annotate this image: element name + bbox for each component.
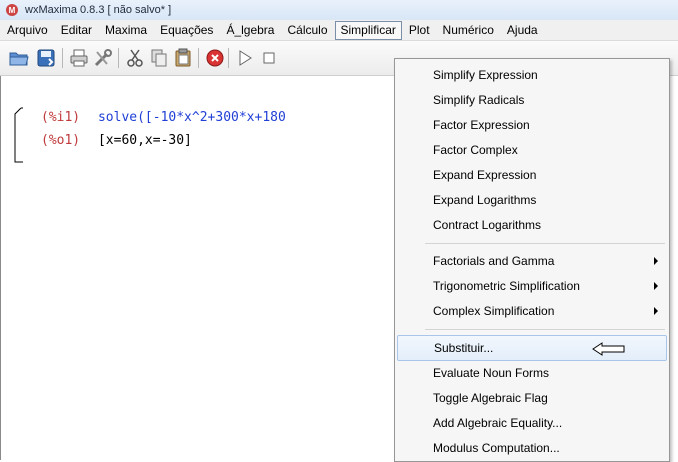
window-title: wxMaxima 0.8.3 [ não salvo* ] <box>25 4 172 16</box>
preferences-icon[interactable] <box>92 47 114 69</box>
menu-item-factorials-gamma[interactable]: Factorials and Gamma <box>396 249 668 273</box>
menu-algebra[interactable]: Á_lgebra <box>220 21 280 40</box>
toolbar-separator <box>62 48 63 68</box>
menu-maxima[interactable]: Maxima <box>99 21 153 40</box>
wxmaxima-app-icon: M <box>6 4 18 16</box>
menu-item-trigonometric-simplification[interactable]: Trigonometric Simplification <box>396 274 668 298</box>
menu-numerico[interactable]: Numérico <box>437 21 500 40</box>
menu-item-substituir[interactable]: Substituir... <box>397 335 667 361</box>
print-icon[interactable] <box>68 47 90 69</box>
menu-ajuda[interactable]: Ajuda <box>501 21 544 40</box>
open-folder-icon[interactable] <box>8 47 30 69</box>
paste-icon[interactable] <box>172 47 194 69</box>
menu-separator <box>425 243 665 244</box>
menu-item-add-algebraic-equality[interactable]: Add Algebraic Equality... <box>396 411 668 435</box>
title-bar: M wxMaxima 0.8.3 [ não salvo* ] <box>0 0 678 21</box>
menu-item-modulus-computation[interactable]: Modulus Computation... <box>396 436 668 460</box>
menu-item-simplify-expression[interactable]: Simplify Expression <box>396 63 668 87</box>
cut-icon[interactable] <box>124 47 146 69</box>
output-result: [x=60,x=-30] <box>97 133 192 148</box>
play-icon[interactable] <box>234 47 256 69</box>
pointer-arrow-icon <box>592 342 625 356</box>
menu-separator <box>425 329 665 330</box>
menu-equacoes[interactable]: Equações <box>154 21 219 40</box>
menu-item-expand-logarithms[interactable]: Expand Logarithms <box>396 188 668 212</box>
input-expression[interactable]: solve([-10*x^2+300*x+180 <box>98 110 286 125</box>
menu-editar[interactable]: Editar <box>55 21 98 40</box>
output-line: (%o1) [x=60,x=-30] <box>41 133 192 148</box>
menu-item-evaluate-noun-forms[interactable]: Evaluate Noun Forms <box>396 361 668 385</box>
menu-arquivo[interactable]: Arquivo <box>1 21 54 40</box>
menu-calculo[interactable]: Cálculo <box>281 21 333 40</box>
simplificar-dropdown-menu: Simplify Expression Simplify Radicals Fa… <box>394 58 670 462</box>
cell-bracket[interactable] <box>13 106 25 166</box>
menu-simplificar[interactable]: Simplificar <box>334 20 402 40</box>
submenu-arrow-icon <box>654 257 658 265</box>
submenu-arrow-icon <box>654 307 658 315</box>
menu-plot[interactable]: Plot <box>403 21 436 40</box>
menu-item-expand-expression[interactable]: Expand Expression <box>396 163 668 187</box>
copy-icon[interactable] <box>148 47 170 69</box>
submenu-arrow-icon <box>654 282 658 290</box>
toolbar-separator <box>118 48 119 68</box>
menu-item-toggle-algebraic-flag[interactable]: Toggle Algebraic Flag <box>396 386 668 410</box>
menu-item-contract-logarithms[interactable]: Contract Logarithms <box>396 213 668 237</box>
menu-item-factor-expression[interactable]: Factor Expression <box>396 113 668 137</box>
menu-item-simplify-radicals[interactable]: Simplify Radicals <box>396 88 668 112</box>
output-label: (%o1) <box>41 133 81 148</box>
toolbar-separator <box>228 48 229 68</box>
save-icon[interactable] <box>35 47 57 69</box>
stop-icon[interactable] <box>204 47 226 69</box>
toolbar-separator <box>198 48 199 68</box>
menu-item-factor-complex[interactable]: Factor Complex <box>396 138 668 162</box>
menu-bar: Arquivo Editar Maxima Equações Á_lgebra … <box>0 20 678 41</box>
input-line[interactable]: (%i1) solve([-10*x^2+300*x+180 <box>41 110 286 125</box>
input-label: (%i1) <box>41 110 81 125</box>
menu-item-complex-simplification[interactable]: Complex Simplification <box>396 299 668 323</box>
stop-square-icon[interactable] <box>258 47 280 69</box>
